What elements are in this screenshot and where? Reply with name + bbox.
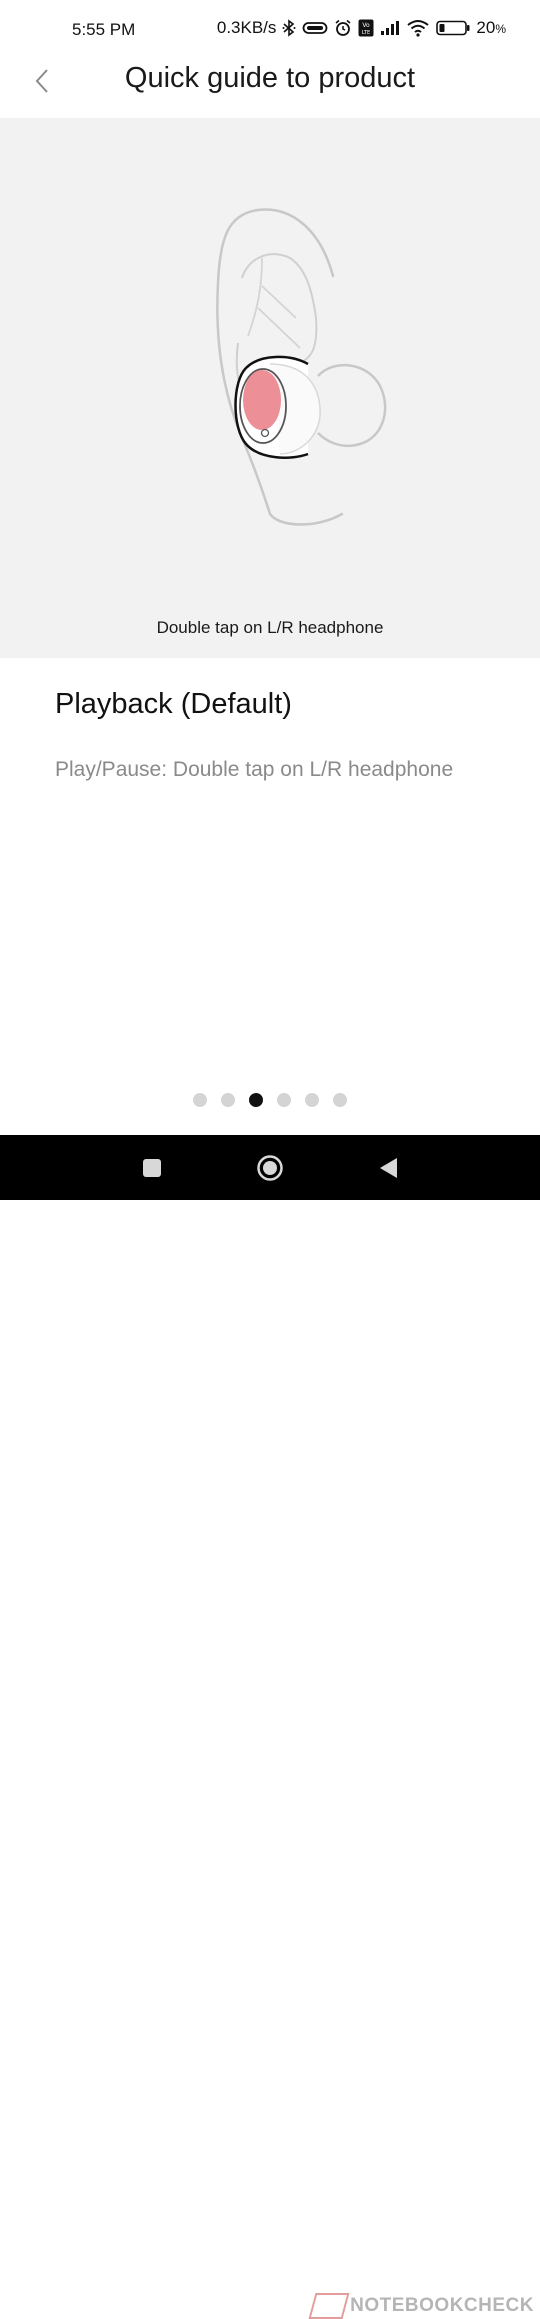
svg-text:Vo: Vo xyxy=(363,22,371,29)
notebookcheck-watermark: NOTEBOOKCHECK xyxy=(308,2293,534,2319)
ear-earbud-illustration xyxy=(216,208,387,526)
back-nav-button[interactable] xyxy=(358,1135,418,1200)
bluetooth-icon xyxy=(282,19,296,37)
pager-dot[interactable] xyxy=(277,1093,291,1107)
battery-icon xyxy=(436,20,470,36)
home-button[interactable] xyxy=(240,1135,300,1200)
section-description: Play/Pause: Double tap on L/R headphone xyxy=(55,758,454,781)
pager-dot[interactable] xyxy=(221,1093,235,1107)
volte-icon: Vo LTE xyxy=(358,19,374,37)
illustration-caption: Double tap on L/R headphone xyxy=(156,618,384,637)
svg-text:LTE: LTE xyxy=(362,30,370,36)
wifi-icon xyxy=(407,20,430,37)
alarm-icon xyxy=(335,19,351,36)
pager-dot-active[interactable] xyxy=(249,1093,263,1107)
signal-icon xyxy=(381,21,400,35)
headset-icon xyxy=(303,22,328,34)
net-speed: 0.3KB/s xyxy=(216,18,277,37)
status-icons: 0.3KB/s Vo LTE 20% xyxy=(217,18,506,38)
back-triangle-icon xyxy=(380,1157,397,1178)
home-circle-icon xyxy=(257,1154,283,1181)
status-bar: 5:55 PM 0.3KB/s Vo LTE 20% xyxy=(0,0,540,60)
status-time: 5:55 PM xyxy=(72,20,136,39)
system-nav-bar: NOTEBOOKCHECK xyxy=(0,1135,540,2319)
battery-level: 20% xyxy=(476,18,506,37)
recents-button[interactable] xyxy=(122,1135,182,1200)
illustration-panel: Double tap on L/R headphone xyxy=(0,118,540,658)
header: Quick guide to product xyxy=(0,60,540,118)
section-title: Playback (Default) xyxy=(55,688,292,720)
pager-dot[interactable] xyxy=(193,1093,207,1107)
watermark-logo-icon xyxy=(308,2293,350,2319)
page-indicator xyxy=(0,1093,540,1107)
pager-dot[interactable] xyxy=(333,1093,347,1107)
square-icon xyxy=(143,1158,161,1177)
pager-dot[interactable] xyxy=(305,1093,319,1107)
page-title: Quick guide to product xyxy=(124,62,416,94)
